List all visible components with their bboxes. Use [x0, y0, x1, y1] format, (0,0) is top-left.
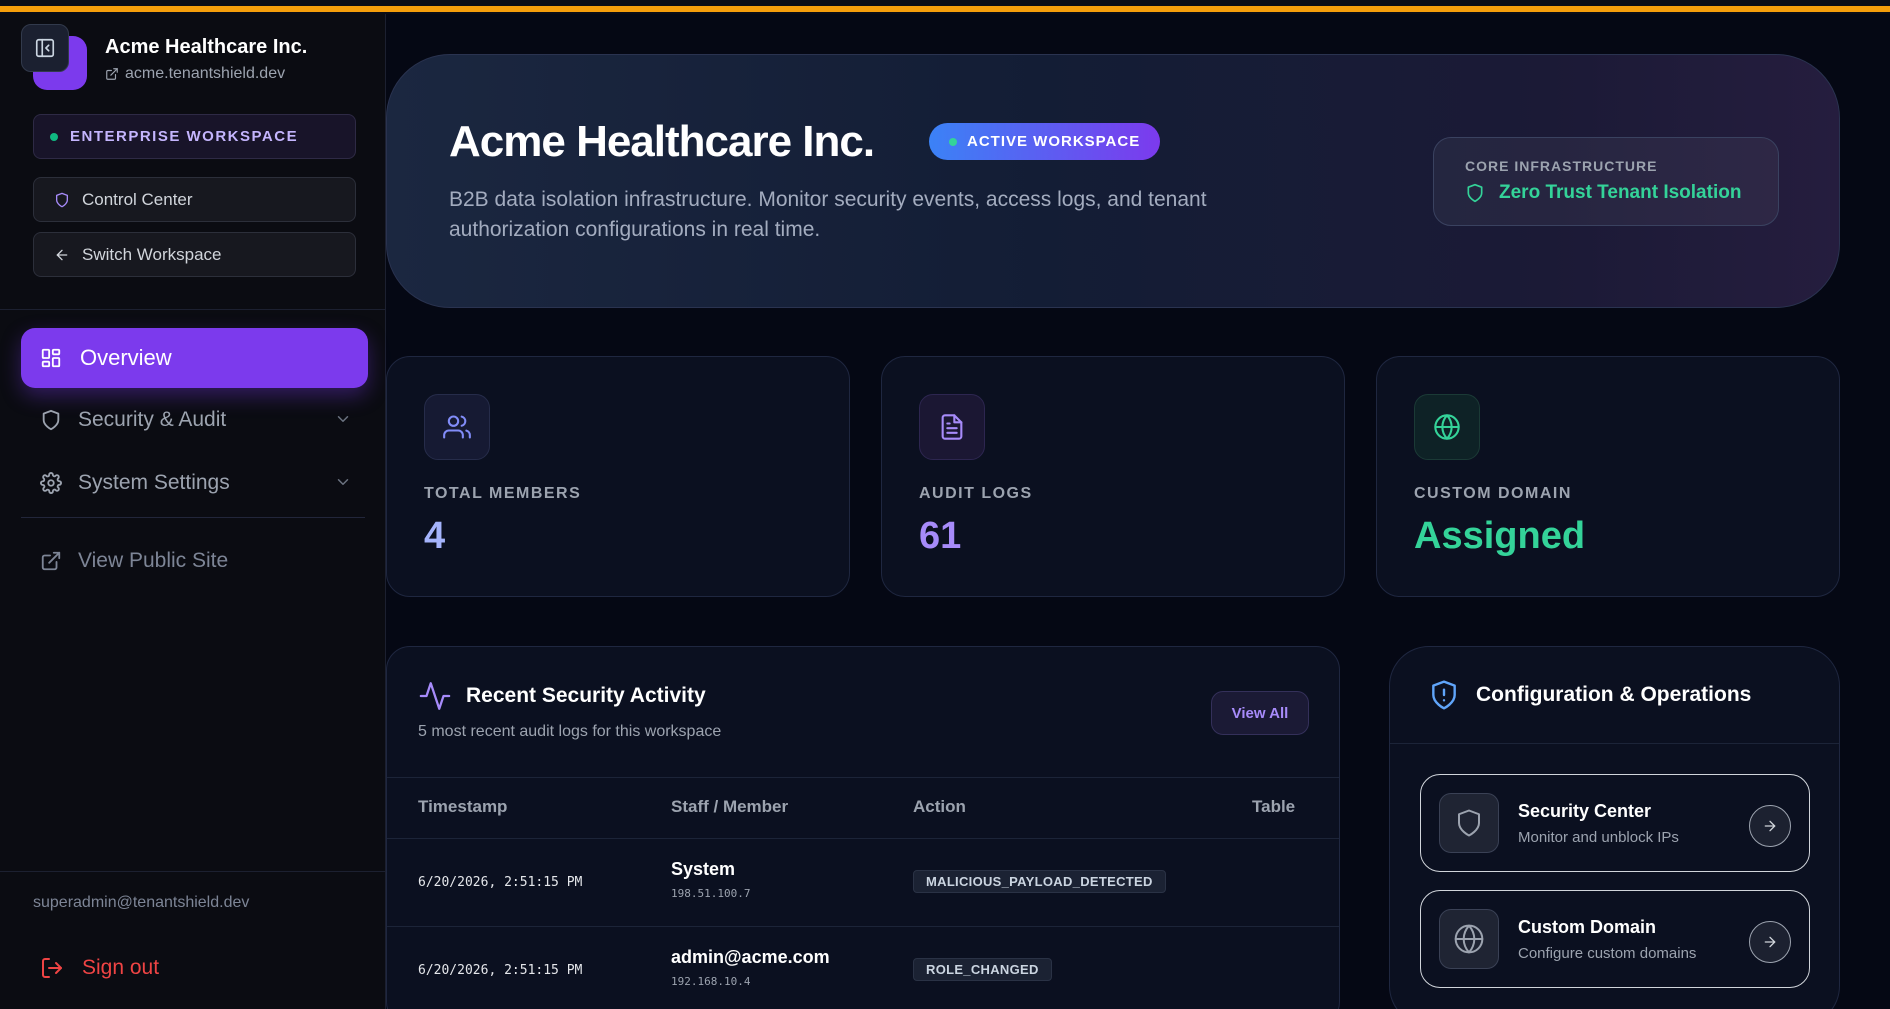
column-header-timestamp: Timestamp — [418, 797, 508, 816]
stat-value: 61 — [919, 515, 962, 557]
shield-icon — [40, 409, 62, 431]
stat-value: Assigned — [1414, 515, 1586, 557]
security-center-card[interactable]: Security Center Monitor and unblock IPs — [1420, 774, 1810, 872]
config-title: Configuration & Operations — [1428, 679, 1751, 711]
switch-workspace-button[interactable]: Switch Workspace — [33, 232, 356, 277]
recent-security-activity-panel: Recent Security Activity 5 most recent a… — [386, 646, 1340, 1009]
control-center-label: Control Center — [82, 189, 193, 209]
row-member: System — [671, 859, 736, 879]
core-infrastructure-value-text: Zero Trust Tenant Isolation — [1499, 182, 1742, 203]
view-all-button[interactable]: View All — [1211, 691, 1309, 735]
stat-label: AUDIT LOGS — [919, 485, 1033, 502]
globe-icon — [1439, 909, 1499, 969]
page-title: Acme Healthcare Inc. — [449, 117, 875, 166]
activity-title-text: Recent Security Activity — [466, 684, 706, 707]
action-tag: MALICIOUS_PAYLOAD_DETECTED — [913, 870, 1166, 893]
hero-description: B2B data isolation infrastructure. Monit… — [449, 188, 1207, 241]
document-icon — [919, 394, 985, 460]
column-header-action: Action — [913, 797, 966, 816]
config-divider — [1390, 743, 1839, 744]
chevron-down-icon[interactable] — [334, 410, 352, 428]
column-header-staff-member: Staff / Member — [671, 797, 789, 816]
configuration-operations-panel: Configuration & Operations Security Cent… — [1389, 646, 1840, 1009]
nav-view-public-site-label: View Public Site — [78, 549, 229, 572]
arrow-right-icon[interactable] — [1749, 921, 1791, 963]
sign-out-button[interactable]: Sign out — [40, 956, 159, 980]
active-workspace-label: ACTIVE WORKSPACE — [967, 133, 1141, 150]
row-timestamp: 6/20/2026, 2:51:15 PM — [418, 963, 583, 978]
workspace-domain-text: acme.tenantshield.dev — [125, 65, 286, 82]
workspace-hero-banner: Acme Healthcare Inc. ACTIVE WORKSPACE B2… — [386, 54, 1840, 308]
op-title: Security Center — [1518, 801, 1652, 821]
nav-item-system-settings[interactable]: System Settings — [21, 456, 368, 510]
stat-card-custom-domain: CUSTOM DOMAIN Assigned — [1376, 356, 1840, 597]
sidebar-collapse-icon — [34, 37, 56, 59]
status-dot — [949, 137, 957, 146]
nav-security-audit-label: Security & Audit — [78, 408, 227, 431]
op-subtitle: Configure custom domains — [1518, 945, 1697, 962]
row-ip: 192.168.10.4 — [671, 975, 751, 988]
table-divider — [387, 777, 1339, 778]
globe-icon — [1414, 394, 1480, 460]
arrow-right-icon[interactable] — [1749, 805, 1791, 847]
op-subtitle: Monitor and unblock IPs — [1518, 829, 1679, 846]
external-link-icon — [40, 550, 62, 572]
custom-domain-card[interactable]: Custom Domain Configure custom domains — [1420, 890, 1810, 988]
logout-icon — [40, 956, 64, 980]
status-dot — [50, 132, 58, 141]
activity-pulse-icon — [418, 679, 452, 713]
active-workspace-badge: ACTIVE WORKSPACE — [929, 123, 1161, 160]
switch-workspace-label: Switch Workspace — [82, 244, 222, 264]
core-infrastructure-value: Zero Trust Tenant Isolation — [1465, 182, 1778, 204]
enterprise-workspace-badge: ENTERPRISE WORKSPACE — [33, 114, 356, 159]
row-member: admin@acme.com — [671, 947, 830, 967]
chevron-down-icon[interactable] — [334, 473, 352, 491]
top-accent-stripe — [0, 6, 1890, 12]
sign-out-label: Sign out — [82, 956, 160, 979]
shield-icon — [1439, 793, 1499, 853]
nav-item-security-audit[interactable]: Security & Audit — [21, 393, 368, 447]
shield-alert-icon — [1428, 679, 1460, 711]
arrow-left-icon — [54, 247, 70, 263]
external-link-icon — [105, 67, 119, 81]
nav-system-settings-label: System Settings — [78, 471, 230, 494]
op-title: Custom Domain — [1518, 917, 1657, 937]
activity-title: Recent Security Activity — [418, 679, 706, 713]
window-top-bar — [0, 0, 1890, 14]
row-timestamp: 6/20/2026, 2:51:15 PM — [418, 875, 583, 890]
nav-divider — [21, 517, 365, 518]
nav-item-overview[interactable]: Overview — [21, 328, 368, 388]
workspace-name: Acme Healthcare Inc. — [105, 36, 308, 58]
gear-icon — [40, 472, 62, 494]
table-divider — [387, 838, 1339, 839]
column-header-table: Table — [1252, 797, 1296, 816]
enterprise-badge-label: ENTERPRISE WORKSPACE — [70, 128, 299, 145]
sidebar-collapse-button[interactable] — [21, 24, 69, 72]
table-divider — [387, 926, 1339, 927]
control-center-button[interactable]: Control Center — [33, 177, 356, 222]
stat-label: CUSTOM DOMAIN — [1414, 485, 1572, 502]
grid-icon — [40, 347, 62, 369]
action-tag: ROLE_CHANGED — [913, 958, 1052, 981]
sidebar-divider — [0, 309, 386, 310]
activity-subtitle: 5 most recent audit logs for this worksp… — [418, 723, 722, 740]
core-infrastructure-card: CORE INFRASTRUCTURE Zero Trust Tenant Is… — [1433, 137, 1779, 226]
stat-card-total-members: TOTAL MEMBERS 4 — [386, 356, 850, 597]
workspace-domain-link[interactable]: acme.tenantshield.dev — [105, 65, 285, 83]
user-email: superadmin@tenantshield.dev — [33, 894, 250, 911]
shield-icon — [54, 192, 70, 208]
shield-icon — [1465, 183, 1485, 203]
nav-overview-label: Overview — [80, 345, 172, 370]
sidebar-footer-divider — [0, 871, 386, 872]
row-ip: 198.51.100.7 — [671, 887, 751, 900]
nav-item-view-public-site[interactable]: View Public Site — [21, 534, 368, 588]
stat-value: 4 — [424, 515, 446, 557]
users-icon — [424, 394, 490, 460]
core-infrastructure-label: CORE INFRASTRUCTURE — [1465, 158, 1658, 174]
stat-card-audit-logs: AUDIT LOGS 61 — [881, 356, 1345, 597]
stat-label: TOTAL MEMBERS — [424, 485, 582, 502]
config-title-text: Configuration & Operations — [1476, 683, 1752, 706]
sidebar: Acme Healthcare Inc. acme.tenantshield.d… — [0, 14, 386, 1009]
